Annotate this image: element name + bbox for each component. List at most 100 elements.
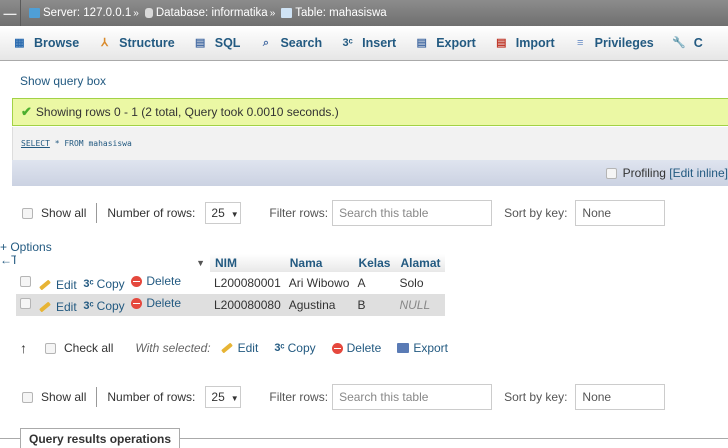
- top-menu-tabs: ▦ Browse ⅄ Structure ▤ SQL ⌕ Search 3ᶜ Insert ▤ Exp…: [0, 26, 728, 61]
- tab-privileges[interactable]: ≡ Privileges: [573, 36, 654, 50]
- import-icon: ▤: [496, 36, 507, 49]
- filter-rows-label: Filter rows:: [269, 390, 329, 404]
- profiling-bar: Profiling [Edit inline]: [12, 160, 728, 186]
- rows-label: Number of rows:: [107, 390, 196, 404]
- tab-browse[interactable]: ▦ Browse: [12, 36, 79, 50]
- delete-icon: [131, 275, 143, 287]
- browse-icon: ▦: [14, 36, 25, 49]
- row-delete-button[interactable]: Delete: [131, 296, 181, 310]
- tab-search[interactable]: ⌕ Search: [258, 36, 322, 50]
- sort-icon: ▼: [35, 254, 210, 272]
- column-header-nama[interactable]: Nama: [284, 254, 354, 272]
- check-all-label[interactable]: Check all: [64, 341, 113, 355]
- profiling-checkbox[interactable]: [605, 167, 617, 179]
- tab-label: Insert: [362, 36, 397, 50]
- query-results-operations-legend: Query results operations: [20, 428, 181, 448]
- breadcrumb-arrow: »: [133, 7, 139, 19]
- sql-icon: ▤: [195, 36, 206, 49]
- pencil-icon: [39, 301, 51, 313]
- show-all-checkbox[interactable]: [22, 207, 33, 219]
- nav-divider: [96, 387, 98, 407]
- collapse-button[interactable]: —: [0, 6, 20, 21]
- table-header-row: ▼ NIM Nama Kelas Alamat: [16, 254, 446, 272]
- row-checkbox[interactable]: [20, 276, 31, 287]
- row-copy-button[interactable]: 3ᶜ Copy: [83, 277, 124, 291]
- nav-divider: [96, 203, 98, 223]
- cell-kelas[interactable]: A: [353, 272, 396, 294]
- edit-inline-link[interactable]: Edit inline: [673, 166, 725, 180]
- show-all-label: Show all: [41, 206, 87, 220]
- rows-label: Number of rows:: [107, 206, 196, 220]
- show-all-label: Show all: [41, 390, 87, 404]
- filter-rows-input[interactable]: Search this table: [332, 384, 493, 410]
- insert-icon: 3ᶜ: [342, 36, 353, 49]
- row-edit-button[interactable]: Edit: [39, 278, 77, 292]
- copy-icon: 3ᶜ: [83, 299, 94, 312]
- structure-icon: ⅄: [101, 36, 109, 49]
- cell-alamat[interactable]: Solo: [395, 272, 446, 294]
- breadcrumb-database[interactable]: Database: informatika: [141, 7, 268, 19]
- breadcrumb-table[interactable]: Table: mahasiswa: [277, 7, 387, 19]
- database-icon: [144, 8, 153, 18]
- row-delete-button[interactable]: Delete: [131, 274, 181, 288]
- table-icon: [281, 8, 293, 18]
- chevron-down-icon: ▼: [230, 210, 239, 219]
- options-link[interactable]: + Options: [0, 240, 52, 254]
- cell-alamat[interactable]: NULL: [395, 294, 446, 316]
- export-icon: [397, 343, 410, 353]
- table-row: Edit 3ᶜ Copy Delete L200080080 Agustina B…: [16, 294, 446, 316]
- success-message: ✔ Showing rows 0 - 1 (2 total, Query too…: [12, 98, 728, 126]
- bulk-delete-button[interactable]: Delete: [331, 341, 381, 355]
- sort-by-key-label: Sort by key:: [504, 206, 568, 220]
- filter-rows-input[interactable]: Search this table: [332, 200, 493, 226]
- tab-structure[interactable]: ⅄ Structure: [97, 36, 174, 50]
- column-header-alamat[interactable]: Alamat: [395, 254, 446, 272]
- sort-by-key-select[interactable]: None: [575, 384, 666, 410]
- cell-nim[interactable]: L200080080: [210, 294, 285, 316]
- tab-sql[interactable]: ▤ SQL: [193, 36, 241, 50]
- row-copy-button[interactable]: 3ᶜ Copy: [83, 299, 124, 313]
- show-all-checkbox[interactable]: [22, 391, 33, 403]
- breadcrumb-server[interactable]: Server: 127.0.0.1: [25, 7, 131, 19]
- cell-nama[interactable]: Agustina: [284, 294, 354, 316]
- tab-insert[interactable]: 3ᶜ Insert: [340, 36, 396, 50]
- check-all-checkbox[interactable]: [45, 342, 56, 354]
- copy-icon: 3ᶜ: [274, 342, 285, 354]
- tab-import[interactable]: ▤ Import: [494, 36, 555, 50]
- pencil-icon: [39, 279, 51, 291]
- bulk-actions-bar: ↑ Check all With selected: Edit 3ᶜ Copy D…: [20, 338, 464, 358]
- bulk-edit-button[interactable]: Edit: [220, 341, 258, 355]
- rows-per-page-select[interactable]: 25 ▼: [205, 386, 242, 408]
- export-icon: ▤: [416, 36, 427, 49]
- row-checkbox[interactable]: [20, 298, 31, 309]
- navigation-bar-bottom: Show all Number of rows: 25 ▼ Filter rows…: [22, 382, 728, 412]
- cell-kelas[interactable]: B: [353, 294, 396, 316]
- delete-icon: [331, 342, 343, 354]
- navigation-bar-top: Show all Number of rows: 25 ▼ Filter rows…: [22, 198, 728, 228]
- with-selected-label: With selected:: [135, 341, 211, 355]
- privileges-icon: ≡: [576, 36, 584, 49]
- tab-export[interactable]: ▤ Export: [414, 36, 476, 50]
- show-query-box-link[interactable]: Show query box: [20, 74, 106, 88]
- search-icon: ⌕: [262, 36, 270, 49]
- tab-label: Export: [436, 36, 476, 50]
- row-edit-button[interactable]: Edit: [39, 300, 77, 314]
- bulk-copy-button[interactable]: 3ᶜ Copy: [274, 341, 315, 355]
- tab-c[interactable]: 🔧 C: [672, 36, 702, 50]
- chevron-down-icon: ▼: [230, 394, 239, 403]
- bulk-export-button[interactable]: Export: [397, 341, 448, 355]
- tab-label: SQL: [214, 36, 241, 50]
- copy-icon: 3ᶜ: [83, 277, 94, 290]
- column-header-nim[interactable]: NIM: [210, 254, 285, 272]
- tab-label: Import: [515, 36, 555, 50]
- results-table: ▼ NIM Nama Kelas Alamat Edit 3ᶜ Copy Dele…: [16, 254, 446, 316]
- cell-nama[interactable]: Ari Wibowo: [284, 272, 354, 294]
- profiling-label: Profiling [Edit inline]: [622, 166, 728, 180]
- cell-nim[interactable]: L200080001: [210, 272, 285, 294]
- sort-by-key-select[interactable]: None: [575, 200, 666, 226]
- tab-label: Browse: [34, 36, 80, 50]
- filter-rows-label: Filter rows:: [269, 206, 329, 220]
- rows-per-page-select[interactable]: 25 ▼: [205, 202, 242, 224]
- column-header-kelas[interactable]: Kelas: [353, 254, 396, 272]
- sql-query-text[interactable]: SELECT * FROM mahasiswa: [21, 139, 132, 148]
